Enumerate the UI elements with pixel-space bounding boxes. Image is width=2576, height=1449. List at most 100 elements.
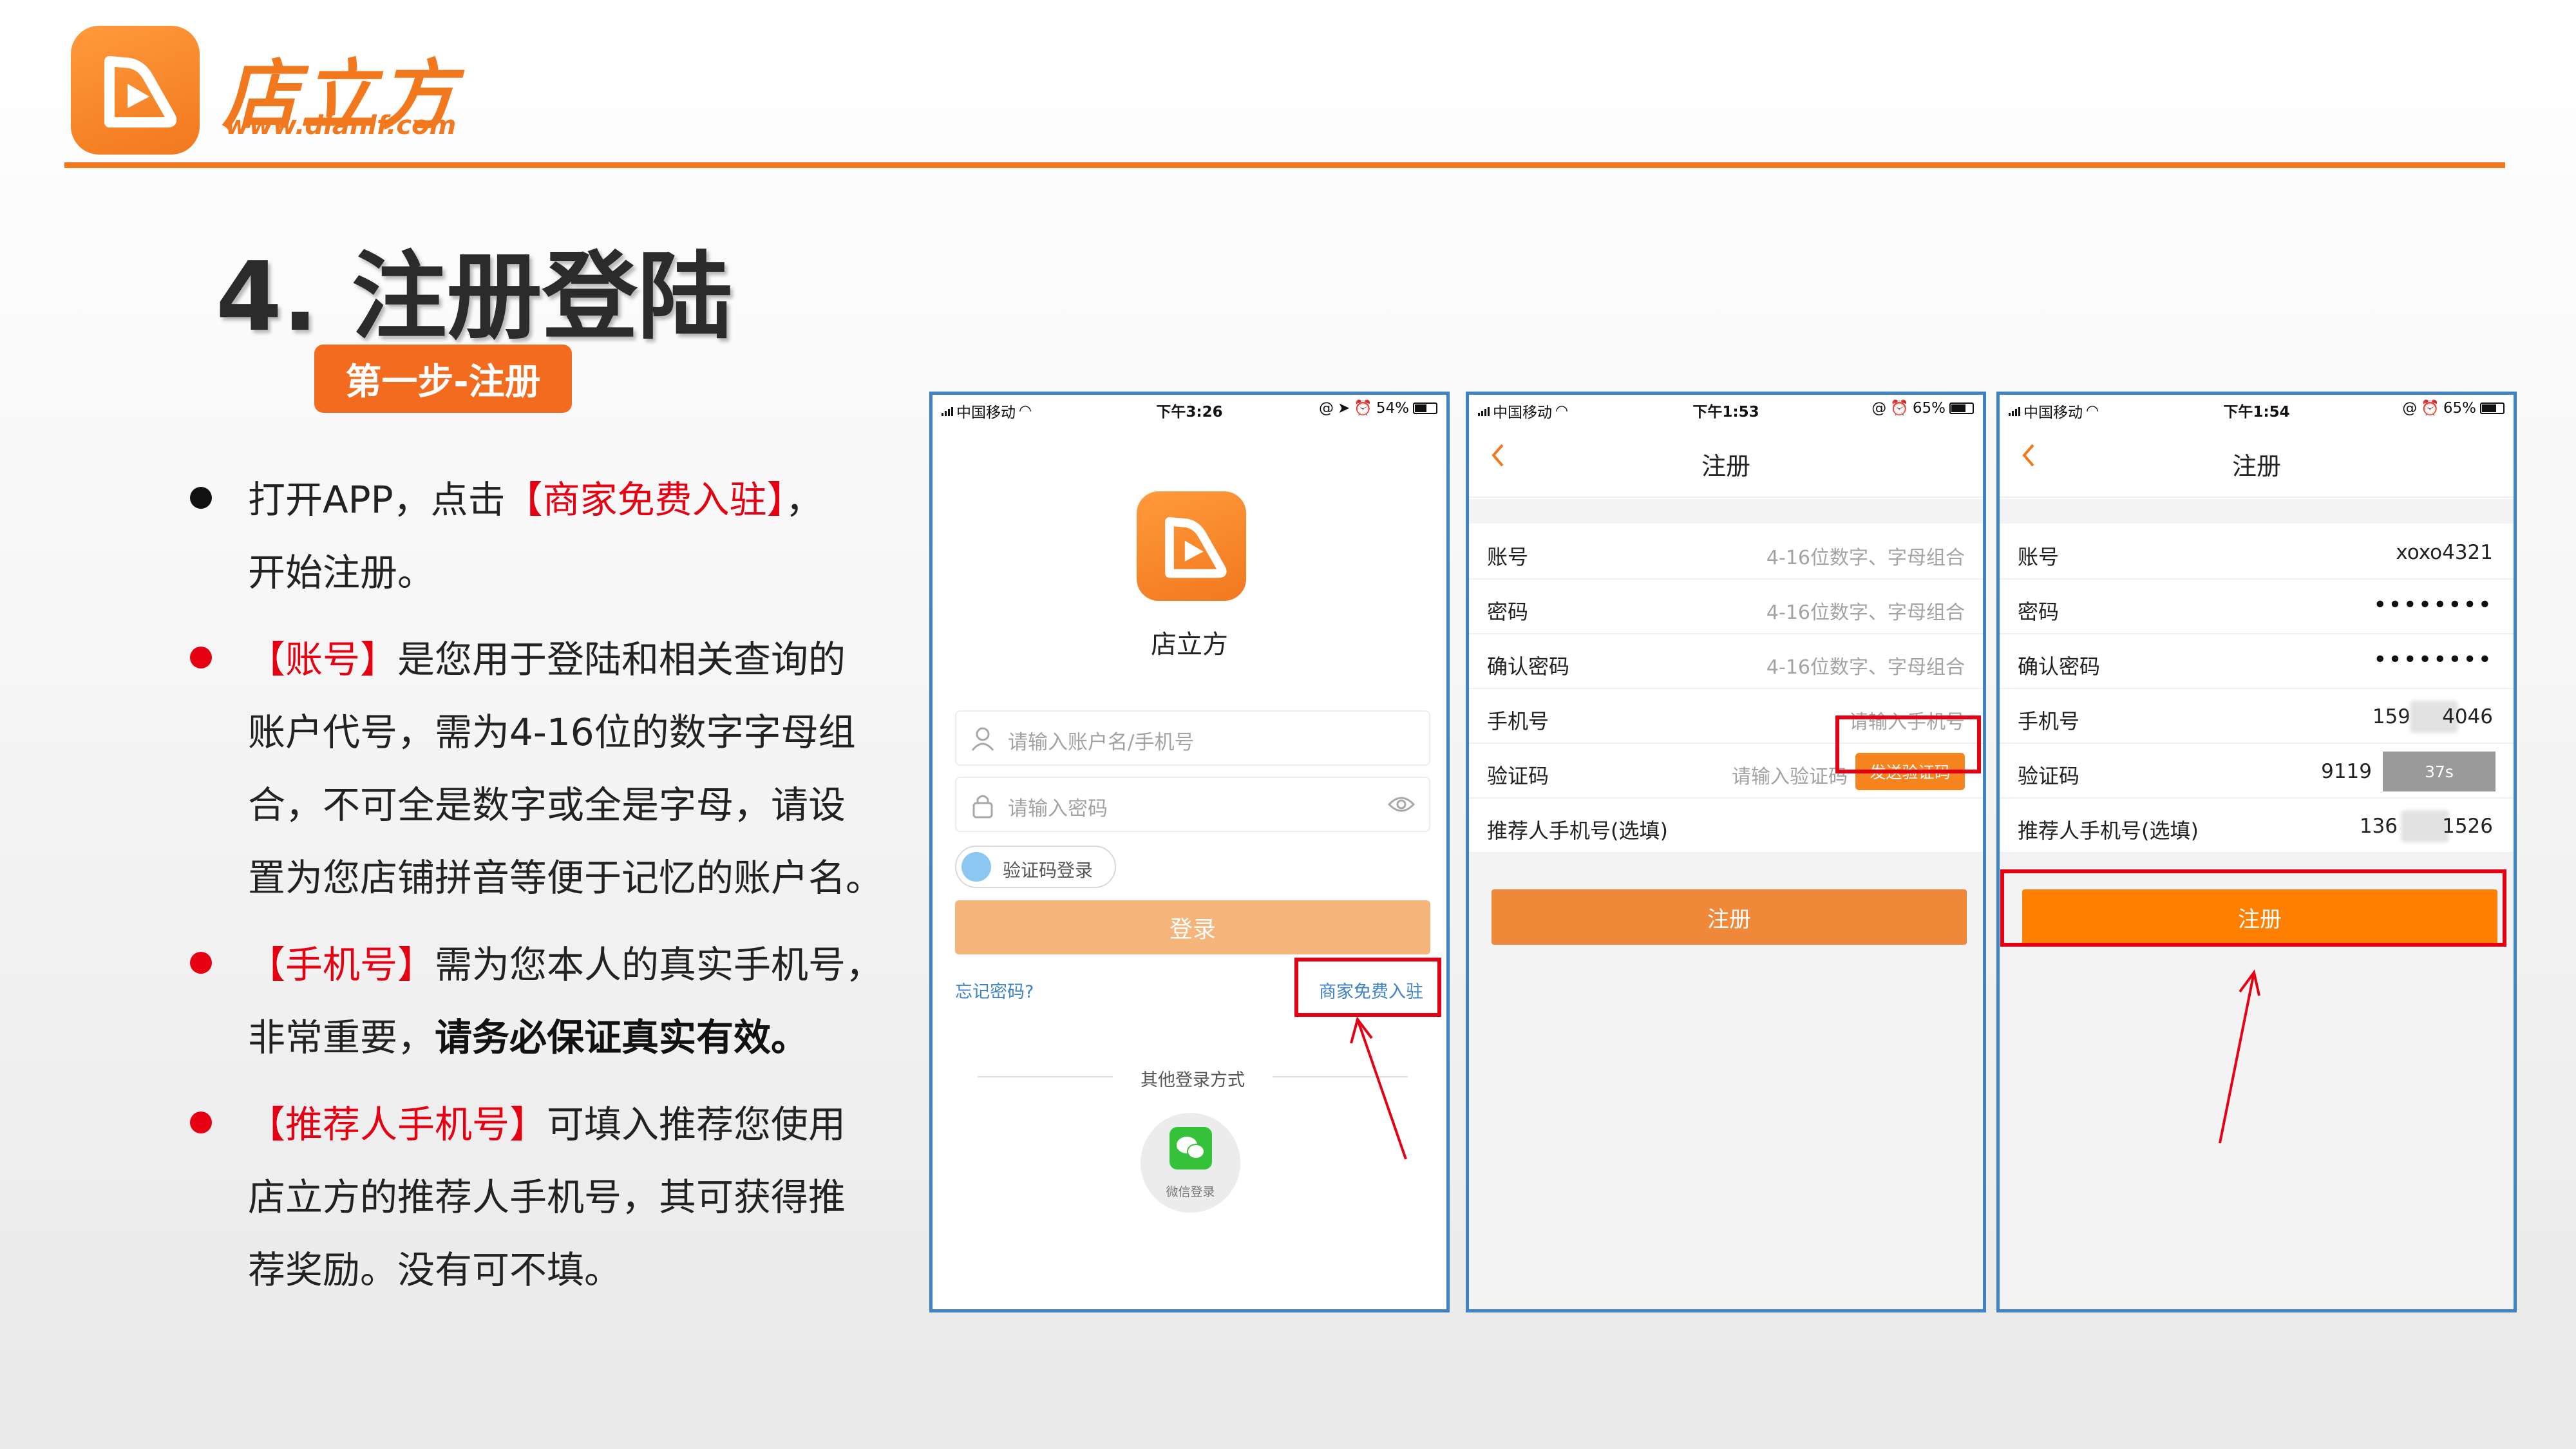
bullet-text-part: 需为您本人的真实手机号， [435, 943, 884, 987]
status-bar: 中国移动 ◠ 下午1:54 @ ⏰ 65% [2000, 395, 2514, 421]
register-button[interactable]: 注册 [1492, 889, 1967, 945]
instruction-list: 打开APP，点击【商家免费入驻】， 开始注册。 【账号】是您用于登陆和相关查询的… [184, 464, 911, 1321]
row-placeholder: 4-16位数字、字母组合 [1766, 656, 1965, 679]
row-label: 确认密码 [2018, 654, 2101, 679]
user-icon [971, 727, 994, 751]
sms-login-label: 验证码登录 [1003, 860, 1094, 881]
other-login-label: 其他登录方式 [1141, 1070, 1245, 1090]
phone-login-screen: 中国移动 ◠ 下午3:26 @ ➤ ⏰ 54% 店立方 请输入账户名/手机号 请… [929, 392, 1450, 1312]
alarm-icon: ⏰ [1890, 400, 1909, 417]
sms-login-toggle[interactable]: 验证码登录 [955, 846, 1116, 888]
highlight-register-link [1294, 958, 1441, 1017]
account-row[interactable]: 账号 4-16位数字、字母组合 [1469, 525, 1983, 580]
bullet-text-part: 打开APP，点击 [248, 478, 506, 522]
form-footer [2000, 1222, 2514, 1309]
account-placeholder: 请输入账户名/手机号 [1008, 731, 1195, 754]
bullet-text-part: 可填入推荐您使用 [547, 1103, 846, 1146]
confirm-password-row[interactable]: 确认密码 4-16位数字、字母组合 [1469, 634, 1983, 689]
forgot-password-link[interactable]: 忘记密码? [955, 978, 1034, 1003]
bullet-text-part: 置为您店铺拼音等便于记忆的账户名。 [248, 856, 884, 900]
row-label: 验证码 [2018, 764, 2080, 788]
bullet-dot [190, 487, 212, 509]
row-label: 推荐人手机号(选填) [1487, 819, 1668, 843]
referrer-phone-row[interactable]: 推荐人手机号(选填) 136 1526 [2000, 799, 2514, 853]
account-input[interactable]: 请输入账户名/手机号 [955, 710, 1430, 766]
bullet-text: 【推荐人手机号】可填入推荐您使用 店立方的推荐人手机号，其可获得推 荐奖励。没有… [248, 1088, 911, 1307]
referrer-phone-row[interactable]: 推荐人手机号(选填) [1469, 799, 1983, 853]
bullet-phone: 【手机号】需为您本人的真实手机号， 非常重要，请务必保证真实有效。 [184, 929, 911, 1074]
row-label: 手机号 [2018, 709, 2080, 734]
lock-rotation-icon: @ [1318, 399, 1334, 417]
bullet-referrer: 【推荐人手机号】可填入推荐您使用 店立方的推荐人手机号，其可获得推 荐奖励。没有… [184, 1088, 911, 1307]
bullet-highlight: 【商家免费入驻】 [505, 478, 786, 522]
bullet-highlight: 【手机号】 [248, 943, 435, 987]
row-masked-value: •••••••• [2373, 647, 2493, 673]
battery-percent: 54% [1376, 399, 1409, 417]
section-spacer [2000, 499, 2514, 524]
password-input[interactable]: 请输入密码 [955, 777, 1430, 832]
account-row[interactable]: 账号 xoxo4321 [2000, 525, 2514, 580]
play-d-logo-icon [1165, 516, 1227, 578]
alarm-icon: ⏰ [2421, 400, 2439, 417]
divider-line [1273, 1076, 1408, 1077]
row-placeholder: 4-16位数字、字母组合 [1766, 601, 1965, 624]
form-footer [1469, 1222, 1983, 1309]
bullet-text-part: 合，不可全是数字或全是字母，请设 [248, 783, 846, 827]
bullet-dot [190, 952, 212, 974]
highlight-register-button [2000, 869, 2506, 947]
nav-title: 注册 [2231, 452, 2281, 480]
row-value: 9119 [2321, 760, 2372, 783]
brand-url: www.dianlf.com [225, 111, 457, 140]
row-label: 推荐人手机号(选填) [2018, 819, 2199, 843]
row-label: 密码 [1487, 600, 1529, 624]
password-row[interactable]: 密码 4-16位数字、字母组合 [1469, 580, 1983, 634]
section-spacer [1469, 499, 1983, 524]
wechat-login-button[interactable]: 微信登录 [1141, 1113, 1240, 1213]
row-value: xoxo4321 [2396, 541, 2493, 564]
bullet-text: 打开APP，点击【商家免费入驻】， 开始注册。 [248, 464, 911, 609]
bullet-text-part: 非常重要， [248, 1016, 435, 1059]
confirm-password-row[interactable]: 确认密码 •••••••• [2000, 634, 2514, 689]
nav-bar: 注册 [2000, 421, 2514, 498]
lock-icon [972, 795, 993, 819]
eye-icon[interactable] [1388, 795, 1415, 814]
nav-title: 注册 [1701, 452, 1750, 480]
row-label: 确认密码 [1487, 654, 1570, 679]
countdown-button[interactable]: 37s [2383, 752, 2496, 791]
battery-icon [1413, 402, 1437, 414]
step-badge: 第一步-注册 [314, 345, 572, 413]
row-placeholder: 请输入验证码 [1732, 766, 1848, 788]
wechat-login-label: 微信登录 [1166, 1185, 1215, 1199]
row-value-suffix: 1526 [2442, 815, 2493, 838]
battery-percent: 65% [2443, 399, 2476, 417]
battery-percent: 65% [1912, 399, 1946, 417]
login-button[interactable]: 登录 [955, 900, 1430, 954]
bullet-text-part: 是您用于登陆和相关查询的 [397, 638, 846, 681]
row-label: 密码 [2018, 600, 2060, 624]
lock-rotation-icon: @ [1871, 399, 1887, 417]
bullet-text-part: ， [785, 478, 823, 522]
page-title: 4. 注册登陆 [216, 242, 733, 352]
row-label: 账号 [2018, 545, 2060, 569]
bullet-account: 【账号】是您用于登陆和相关查询的 账户代号，需为4-16位的数字字母组 合，不可… [184, 623, 911, 914]
header-divider [64, 162, 2505, 168]
battery-icon [1949, 402, 1974, 414]
phone-register-empty: 中国移动 ◠ 下午1:53 @ ⏰ 65% 注册 账号 4-16位数字、字母组合… [1466, 392, 1986, 1312]
play-d-logo-icon [104, 56, 177, 128]
row-label: 手机号 [1487, 709, 1549, 734]
phone-register-filled: 中国移动 ◠ 下午1:54 @ ⏰ 65% 注册 账号 xoxo4321 密码 … [1996, 392, 2517, 1312]
password-row[interactable]: 密码 •••••••• [2000, 580, 2514, 634]
bullet-dot [190, 1112, 212, 1133]
bullet-text-part: 账户代号，需为4-16位的数字字母组 [248, 710, 856, 754]
phone-number-row[interactable]: 手机号 159 4046 [2000, 689, 2514, 744]
bullet-highlight: 【账号】 [248, 638, 398, 681]
verification-code-row[interactable]: 验证码 9119 37s [2000, 744, 2514, 799]
bullet-text-part: 荐奖励。没有可不填。 [248, 1248, 622, 1292]
bullet-bold-text: 请务必保证真实有效。 [435, 1016, 809, 1059]
row-masked-value: •••••••• [2373, 592, 2493, 618]
bullet-text: 【手机号】需为您本人的真实手机号， 非常重要，请务必保证真实有效。 [248, 929, 911, 1074]
highlight-send-code [1835, 715, 1981, 773]
bullet-open-app: 打开APP，点击【商家免费入驻】， 开始注册。 [184, 464, 911, 609]
bullet-text-part: 店立方的推荐人手机号，其可获得推 [248, 1175, 846, 1219]
row-label: 账号 [1487, 545, 1529, 569]
